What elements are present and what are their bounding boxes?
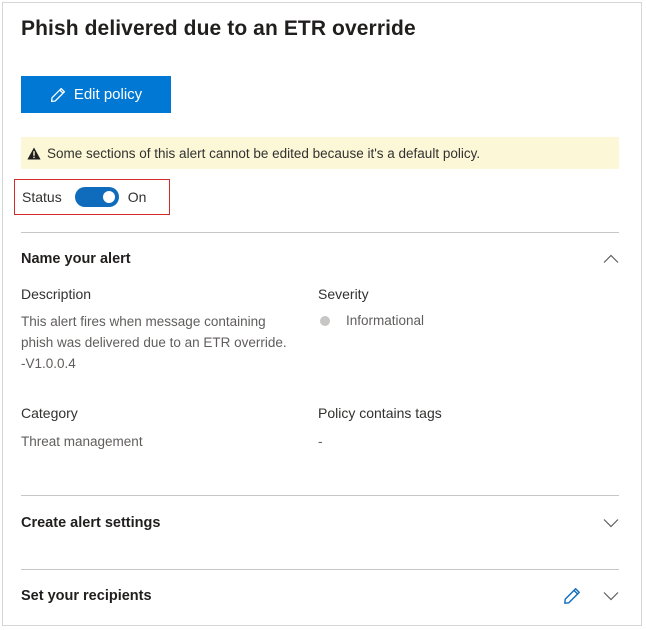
section-title: Set your recipients — [21, 588, 152, 604]
divider — [21, 495, 619, 496]
page-title: Phish delivered due to an ETR override — [21, 17, 416, 40]
section-header-set-your-recipients[interactable]: Set your recipients — [21, 585, 619, 607]
severity-label: Severity — [318, 286, 369, 302]
section-header-create-alert-settings[interactable]: Create alert settings — [21, 512, 619, 534]
status-dot-icon — [320, 315, 330, 326]
pencil-icon — [50, 87, 65, 102]
severity-text: Informational — [346, 313, 425, 328]
status-state-text: On — [127, 189, 147, 205]
pencil-icon[interactable] — [563, 587, 581, 605]
default-policy-warning: Some sections of this alert cannot be ed… — [21, 137, 619, 169]
severity-value: Informational — [318, 313, 424, 328]
divider — [21, 232, 619, 233]
tags-value: - — [318, 434, 323, 449]
warning-triangle-icon — [27, 147, 41, 159]
chevron-up-icon[interactable] — [603, 254, 619, 264]
warning-text: Some sections of this alert cannot be ed… — [47, 145, 481, 161]
description-label: Description — [21, 286, 92, 302]
alert-policy-panel: Phish delivered due to an ETR override E… — [2, 2, 642, 626]
divider — [21, 569, 619, 570]
status-label: Status — [22, 189, 62, 205]
section-controls — [563, 587, 619, 605]
edit-policy-label: Edit policy — [73, 86, 143, 103]
chevron-down-icon[interactable] — [603, 591, 619, 601]
section-title: Name your alert — [21, 251, 131, 267]
category-value: Threat management — [21, 434, 143, 449]
description-value: This alert fires when message containing… — [21, 314, 287, 371]
section-title: Create alert settings — [21, 515, 161, 531]
toggle-knob — [102, 191, 115, 203]
status-control: Status On — [14, 179, 170, 215]
category-label: Category — [21, 405, 78, 421]
tags-label: Policy contains tags — [318, 405, 442, 421]
chevron-down-icon[interactable] — [603, 518, 619, 528]
edit-policy-button[interactable]: Edit policy — [21, 76, 171, 113]
status-toggle[interactable] — [74, 187, 119, 207]
section-header-name-your-alert[interactable]: Name your alert — [21, 248, 619, 270]
